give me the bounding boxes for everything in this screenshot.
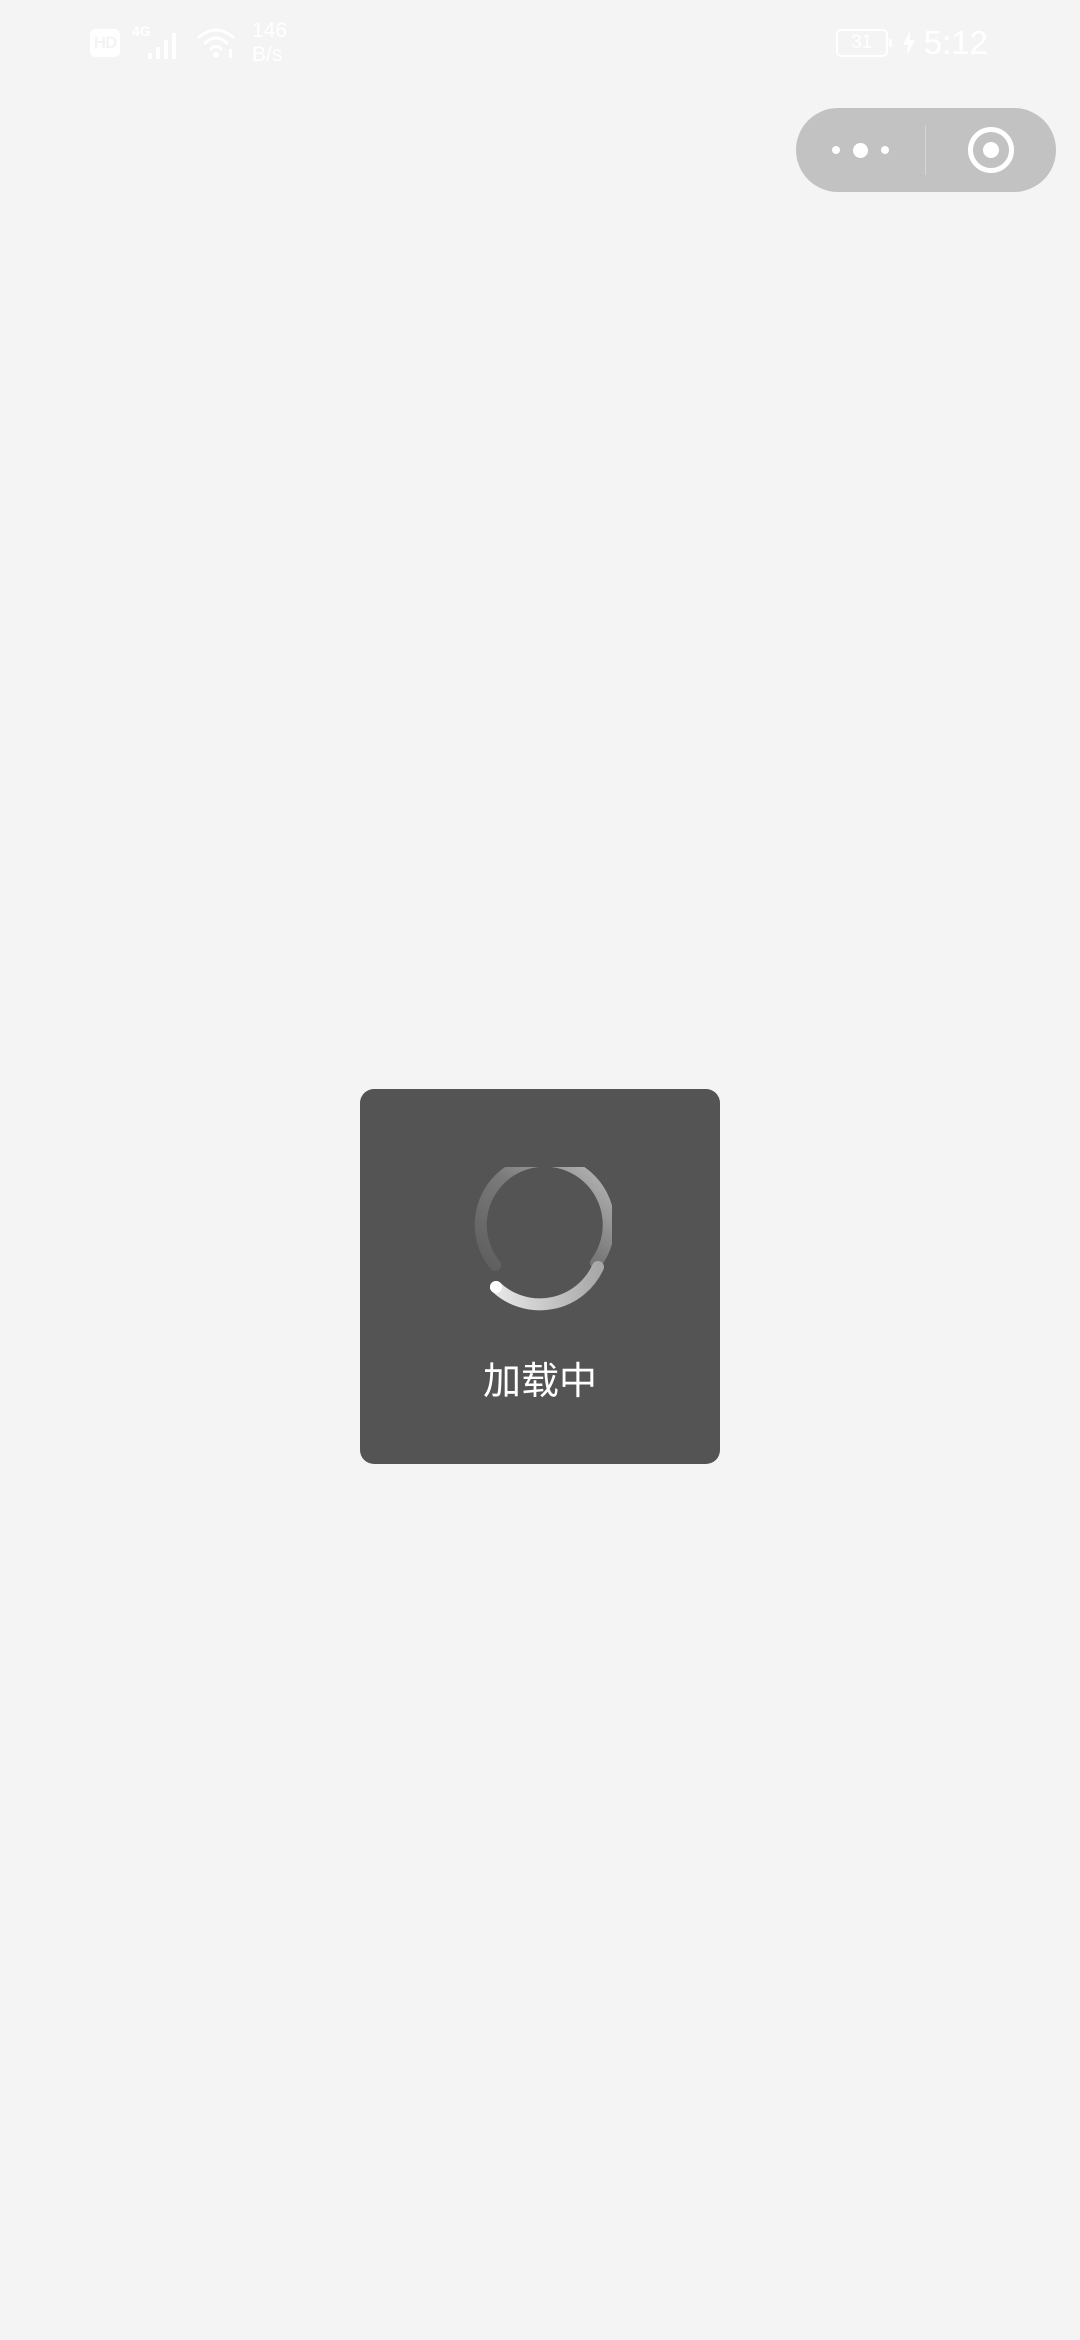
close-target-icon: [968, 127, 1014, 173]
network-speed-unit: B/s: [252, 43, 283, 66]
clock: 5:12: [923, 24, 988, 61]
status-bar-left: HD 4G 146 B/s: [90, 18, 287, 68]
more-dots-icon: [832, 146, 840, 154]
spinner-icon: [474, 1167, 612, 1311]
battery-icon: 31: [835, 29, 892, 57]
battery-level: 31: [851, 32, 873, 53]
charging-icon: [902, 31, 915, 55]
hd-icon: HD: [90, 29, 120, 57]
mini-program-capsule: [796, 108, 1056, 192]
wifi-icon: [197, 28, 235, 58]
network-speed-value: 146: [252, 19, 288, 42]
loading-label: 加载中: [482, 1359, 597, 1403]
close-button[interactable]: [926, 108, 1056, 192]
more-dots-icon-center: [853, 142, 868, 158]
signal-bars-icon: [148, 33, 176, 59]
close-target-icon-dot: [983, 142, 999, 158]
more-button[interactable]: [796, 108, 925, 192]
status-bar: HD 4G 146 B/s 31 5:12: [0, 0, 1080, 84]
status-bar-right: 31 5:12: [835, 18, 988, 68]
more-dots-icon-right: [881, 146, 889, 154]
loading-toast: 加载中: [360, 1089, 720, 1464]
network-speed: 146 B/s: [252, 19, 287, 67]
signal-icon: 4G: [132, 23, 184, 63]
